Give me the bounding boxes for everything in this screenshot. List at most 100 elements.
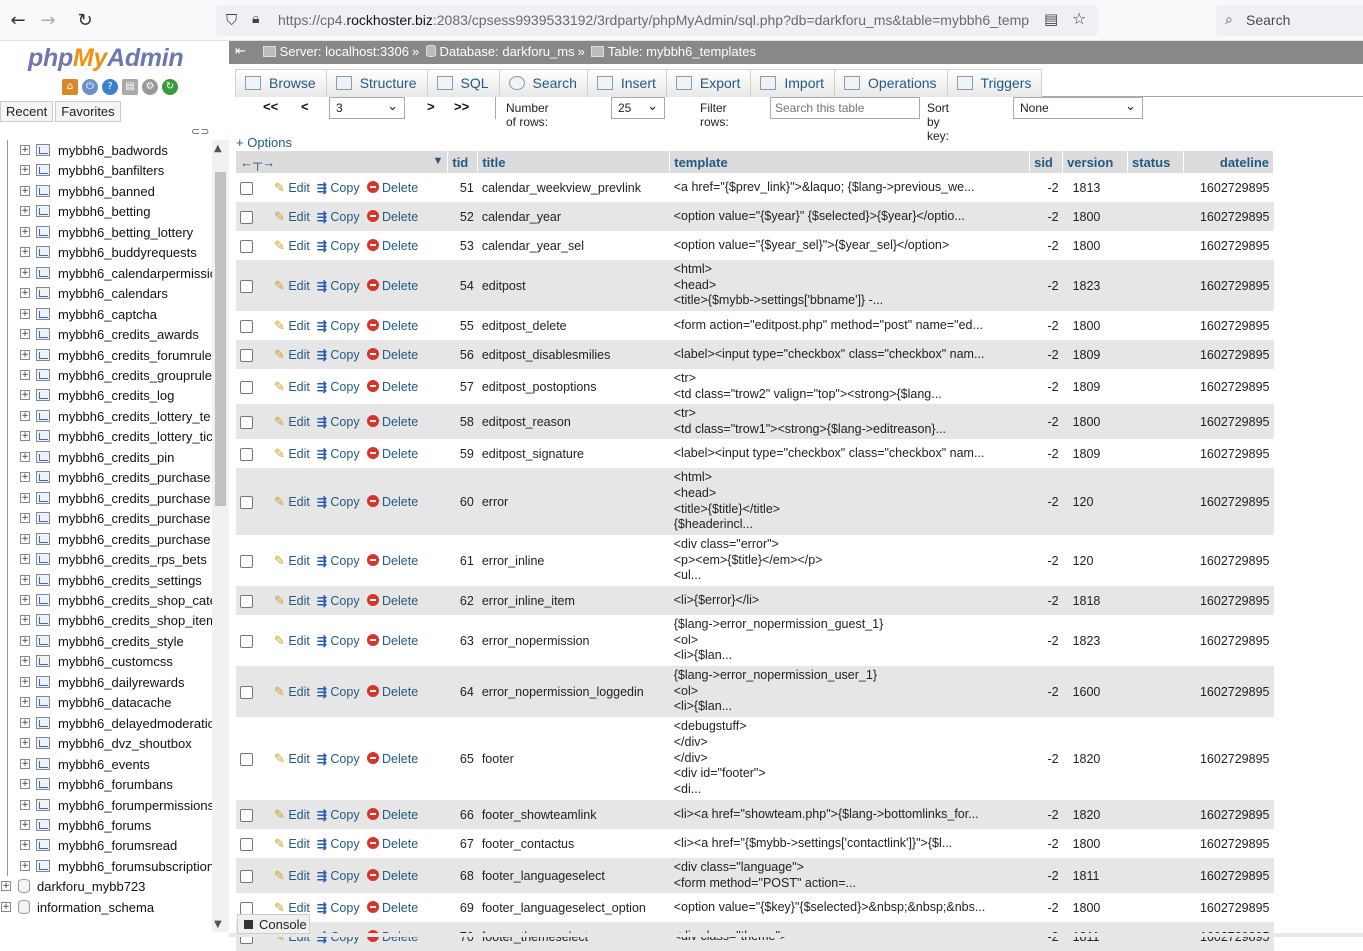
- delete-icon[interactable]: [366, 209, 379, 222]
- rows-select[interactable]: 25: [611, 97, 665, 119]
- cell-status[interactable]: [1127, 404, 1184, 439]
- tree-item-table[interactable]: + mybbh6_forumbans: [0, 774, 212, 795]
- tree-item-label[interactable]: mybbh6_events: [58, 757, 150, 772]
- copy-icon[interactable]: ⇶: [317, 348, 327, 362]
- cell-template[interactable]: <label><input type="checkbox" class="che…: [669, 340, 1030, 369]
- cell-dateline[interactable]: 1602729895: [1183, 666, 1274, 717]
- pencil-icon[interactable]: ✎: [274, 379, 285, 394]
- edit-link[interactable]: Edit: [288, 837, 310, 851]
- delete-icon[interactable]: [366, 446, 379, 459]
- copy-link[interactable]: Copy: [330, 447, 359, 461]
- edit-link[interactable]: Edit: [288, 869, 310, 883]
- cell-tid[interactable]: 60: [447, 468, 478, 535]
- last-page-button[interactable]: >>: [454, 99, 469, 114]
- horizontal-scrollbar[interactable]: [229, 933, 1363, 937]
- cell-title[interactable]: error_nopermission_loggedin: [477, 666, 670, 717]
- cell-sid[interactable]: -2: [1029, 439, 1063, 468]
- pencil-icon[interactable]: ✎: [274, 347, 285, 362]
- table-icon[interactable]: [36, 409, 50, 422]
- nav-scrollbar[interactable]: ▲ ▼: [212, 140, 229, 932]
- copy-link[interactable]: Copy: [330, 869, 359, 883]
- cell-template[interactable]: <html> <head> <title>{$mybb->settings['bbn…: [669, 260, 1030, 311]
- copy-icon[interactable]: ⇶: [317, 239, 327, 253]
- cell-sid[interactable]: -2: [1029, 468, 1063, 535]
- cell-tid[interactable]: 52: [447, 202, 478, 231]
- tree-item-label[interactable]: mybbh6_credits_lottery_tic: [58, 429, 212, 444]
- pencil-icon[interactable]: ✎: [274, 633, 285, 648]
- table-icon[interactable]: [36, 144, 50, 156]
- first-page-button[interactable]: <<: [263, 99, 278, 114]
- cell-title[interactable]: editpost_signature: [477, 439, 670, 468]
- expand-icon[interactable]: +: [20, 492, 30, 503]
- table-icon[interactable]: [36, 389, 50, 402]
- expand-icon[interactable]: +: [20, 410, 30, 421]
- pencil-icon[interactable]: ✎: [274, 318, 285, 333]
- delete-icon[interactable]: [366, 278, 379, 291]
- row-checkbox[interactable]: [240, 634, 253, 648]
- copy-icon[interactable]: ⇶: [317, 415, 327, 429]
- cell-dateline[interactable]: 1602729895: [1183, 858, 1274, 893]
- tree-item-label[interactable]: mybbh6_credits_settings: [58, 573, 202, 588]
- options-link[interactable]: + Options: [236, 135, 292, 150]
- table-icon[interactable]: [36, 532, 50, 545]
- tree-item-table[interactable]: + mybbh6_credits_pin: [0, 446, 212, 468]
- tree-item-label[interactable]: mybbh6_captcha: [58, 307, 157, 322]
- cell-status[interactable]: [1127, 468, 1184, 535]
- cell-status[interactable]: [1127, 666, 1184, 717]
- tab-recent[interactable]: Recent: [0, 101, 54, 122]
- bookmark-star-icon[interactable]: ☆: [1072, 9, 1086, 28]
- cell-sid[interactable]: -2: [1029, 173, 1063, 202]
- cell-dateline[interactable]: 1602729895: [1183, 173, 1274, 202]
- delete-link[interactable]: Delete: [382, 808, 418, 822]
- pencil-icon[interactable]: ✎: [274, 900, 285, 915]
- tree-item-label[interactable]: mybbh6_dvz_shoutbox: [58, 736, 192, 751]
- row-checkbox[interactable]: [240, 901, 253, 915]
- table-icon[interactable]: [36, 225, 50, 238]
- table-icon[interactable]: [36, 573, 50, 586]
- delete-link[interactable]: Delete: [382, 239, 418, 253]
- cell-version[interactable]: 120: [1062, 468, 1128, 535]
- pencil-icon[interactable]: ✎: [274, 278, 285, 293]
- cell-tid[interactable]: 53: [447, 231, 478, 260]
- cell-version[interactable]: 1823: [1062, 615, 1128, 666]
- column-header-tid[interactable]: tid: [447, 151, 479, 173]
- expand-icon[interactable]: +: [20, 533, 30, 544]
- cell-title[interactable]: calendar_year: [477, 202, 670, 231]
- tree-item-table[interactable]: + mybbh6_banfilters: [0, 160, 212, 181]
- page-select[interactable]: 3: [329, 97, 405, 119]
- cell-sid[interactable]: -2: [1029, 829, 1063, 858]
- pencil-icon[interactable]: ✎: [274, 238, 285, 253]
- pencil-icon[interactable]: ✎: [274, 446, 285, 461]
- delete-icon[interactable]: [366, 836, 379, 849]
- cell-title[interactable]: calendar_weekview_prevlink: [477, 173, 670, 202]
- delete-link[interactable]: Delete: [382, 319, 418, 333]
- expand-icon[interactable]: +: [20, 676, 30, 687]
- prev-page-button[interactable]: <: [301, 99, 309, 114]
- tree-item-table[interactable]: + mybbh6_betting: [0, 201, 212, 222]
- tab-structure[interactable]: Structure: [325, 69, 428, 97]
- link-with-main-icon[interactable]: ⊂⊃: [191, 125, 209, 138]
- delete-link[interactable]: Delete: [382, 869, 418, 883]
- delete-link[interactable]: Delete: [382, 837, 418, 851]
- tree-item-label[interactable]: mybbh6_credits_forumrules: [58, 348, 212, 363]
- expand-icon[interactable]: +: [20, 206, 30, 217]
- cell-status[interactable]: [1127, 535, 1184, 586]
- cell-version[interactable]: 1823: [1062, 260, 1128, 311]
- copy-link[interactable]: Copy: [330, 808, 359, 822]
- copy-link[interactable]: Copy: [330, 319, 359, 333]
- copy-link[interactable]: Copy: [330, 634, 359, 648]
- cell-version[interactable]: 1800: [1062, 231, 1128, 260]
- sort-select[interactable]: None: [1013, 97, 1143, 119]
- table-icon[interactable]: [36, 287, 50, 300]
- delete-icon[interactable]: [366, 379, 379, 392]
- cell-sid[interactable]: -2: [1029, 340, 1063, 369]
- tree-item-table[interactable]: + mybbh6_credits_purchase: [0, 528, 212, 550]
- delete-link[interactable]: Delete: [382, 495, 418, 509]
- cell-tid[interactable]: 55: [447, 311, 478, 340]
- table-icon[interactable]: [36, 778, 50, 791]
- cell-template[interactable]: <debugstuff> </div> </div> <div id="footer"…: [669, 717, 1030, 800]
- cell-template[interactable]: <tr> <td class="trow1"><strong>{$lang->ed…: [669, 404, 1030, 439]
- cell-status[interactable]: [1127, 858, 1184, 893]
- copy-link[interactable]: Copy: [330, 594, 359, 608]
- tab-browse[interactable]: Browse: [235, 69, 327, 97]
